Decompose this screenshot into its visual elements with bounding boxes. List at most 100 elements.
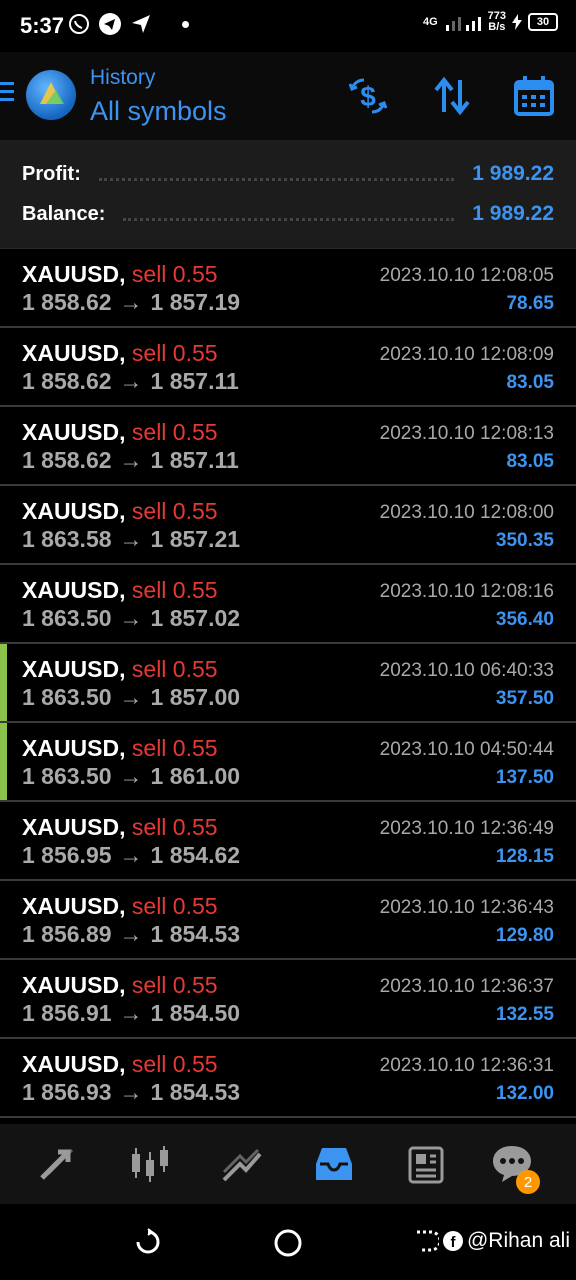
trade-row[interactable]: XAUUSD, sell 0.55 1 856.91 → 1 854.50 2023… [0, 960, 576, 1039]
price-arrow-icon: → [119, 289, 143, 315]
trade-history-list: XAUUSD, sell 0.55 1 858.62 → 1 857.19 2023… [0, 249, 576, 1118]
signal-bars-icon [445, 17, 481, 31]
trade-row[interactable]: XAUUSD, sell 0.55 1 856.95 → 1 854.62 2023… [0, 802, 576, 881]
trade-row[interactable]: XAUUSD, sell 0.55 1 858.62 → 1 857.11 2023… [0, 407, 576, 486]
trade-type: sell 0.55 [131, 1051, 218, 1077]
open-price: 1 863.58 [22, 526, 112, 552]
close-price: 1 857.11 [150, 447, 239, 473]
trade-type: sell 0.55 [131, 261, 218, 287]
dotted-divider [98, 168, 455, 181]
trade-profit: 137.50 [495, 767, 554, 788]
trade-row[interactable]: XAUUSD, sell 0.55 1 856.93 → 1 854.53 2023… [0, 1039, 576, 1118]
menu-icon[interactable] [0, 82, 14, 106]
trade-symbol: XAUUSD, [22, 340, 126, 366]
close-price: 1 857.21 [150, 526, 241, 552]
trade-time: 2023.10.10 12:08:00 [379, 502, 554, 523]
open-price: 1 856.93 [22, 1079, 112, 1105]
charging-bolt-icon [512, 14, 522, 30]
trade-time: 2023.10.10 12:08:13 [379, 423, 554, 444]
network-speed: 773 B/s [487, 10, 506, 33]
trade-profit: 128.15 [495, 846, 554, 867]
battery-indicator: 30 [528, 13, 558, 31]
price-arrow-icon: → [119, 605, 143, 631]
whatsapp-icon [69, 14, 89, 34]
trade-profit: 132.55 [495, 1004, 554, 1025]
dotted-divider [123, 208, 455, 221]
close-price: 1 854.62 [150, 842, 241, 868]
facebook-icon: f [442, 1231, 463, 1251]
profit-row: Profit: 1 989.22 [22, 154, 554, 194]
trade-symbol: XAUUSD, [22, 577, 126, 603]
trade-profit: 83.05 [506, 372, 554, 393]
header-subtitle: History [90, 66, 156, 89]
profit-value: 1 989.22 [472, 162, 554, 185]
trade-time: 2023.10.10 12:36:49 [379, 818, 554, 839]
open-price: 1 856.95 [22, 842, 112, 868]
chart-icon[interactable] [128, 1142, 172, 1186]
trade-type: sell 0.55 [131, 972, 218, 998]
trade-row[interactable]: XAUUSD, sell 0.55 1 858.62 → 1 857.19 2023… [0, 249, 576, 328]
close-price: 1 857.00 [150, 684, 241, 710]
trade-time: 2023.10.10 12:08:16 [379, 581, 554, 602]
trade-symbol: XAUUSD, [22, 419, 126, 445]
price-arrow-icon: → [119, 684, 143, 710]
svg-text:$: $ [360, 81, 376, 112]
balance-row: Balance: 1 989.22 [22, 194, 554, 234]
open-price: 1 858.62 [22, 368, 112, 394]
open-price: 1 863.50 [22, 684, 112, 710]
profit-label: Profit: [22, 162, 81, 185]
close-price: 1 861.00 [150, 763, 241, 789]
calendar-icon[interactable] [512, 74, 556, 118]
notification-dot-icon [182, 20, 189, 28]
deposit-withdrawal-icon[interactable]: $ [346, 74, 390, 118]
trade-symbol: XAUUSD, [22, 814, 126, 840]
trade-row[interactable]: XAUUSD, sell 0.55 1 863.50 → 1 857.02 2023… [0, 565, 576, 644]
sort-icon[interactable] [430, 74, 474, 118]
trade-time: 2023.10.10 06:40:33 [379, 660, 554, 681]
news-icon[interactable] [404, 1142, 448, 1186]
trade-type: sell 0.55 [131, 419, 218, 445]
trade-symbol: XAUUSD, [22, 735, 126, 761]
app-header: History All symbols $ [0, 52, 576, 140]
trade-row[interactable]: XAUUSD, sell 0.55 1 863.58 → 1 857.21 2023… [0, 486, 576, 565]
trade-type: sell 0.55 [131, 893, 218, 919]
watermark-text: @Rihan ali [466, 1229, 570, 1252]
signal-indicator: 4G [422, 15, 438, 28]
watermark: f @Rihan ali [413, 1228, 570, 1254]
trade-profit: 132.00 [495, 1083, 554, 1104]
trade-time: 2023.10.10 12:08:05 [379, 265, 554, 286]
close-price: 1 857.02 [150, 605, 241, 631]
open-price: 1 858.62 [22, 289, 112, 315]
header-title[interactable]: All symbols [90, 96, 227, 127]
trade-marker [0, 723, 7, 800]
balance-value: 1 989.22 [472, 202, 554, 225]
trade-profit: 357.50 [495, 688, 554, 709]
home-icon[interactable] [273, 1228, 303, 1258]
navigation-arrow-icon [132, 15, 150, 33]
trade-row[interactable]: XAUUSD, sell 0.55 1 863.50 → 1 861.00 2023… [0, 723, 576, 802]
quotes-icon[interactable] [36, 1142, 80, 1186]
price-arrow-icon: → [119, 921, 143, 947]
trade-marker [0, 644, 7, 721]
price-arrow-icon: → [119, 842, 143, 868]
trade-profit: 83.05 [506, 451, 554, 472]
trade-profit: 129.80 [495, 925, 554, 946]
trade-row[interactable]: XAUUSD, sell 0.55 1 856.89 → 1 854.53 2023… [0, 881, 576, 960]
recent-apps-icon[interactable] [134, 1228, 162, 1256]
chat-button[interactable]: 2 [490, 1142, 540, 1194]
trade-profit: 78.65 [506, 293, 554, 314]
trade-type: sell 0.55 [131, 814, 218, 840]
open-price: 1 863.50 [22, 763, 112, 789]
trade-row[interactable]: XAUUSD, sell 0.55 1 863.50 → 1 857.00 2023… [0, 644, 576, 723]
chat-badge: 2 [516, 1170, 540, 1194]
trade-icon[interactable] [220, 1142, 264, 1186]
close-price: 1 854.53 [150, 1079, 241, 1105]
history-icon[interactable] [312, 1142, 356, 1186]
app-logo[interactable] [26, 70, 76, 120]
trade-row[interactable]: XAUUSD, sell 0.55 1 858.62 → 1 857.11 2023… [0, 328, 576, 407]
open-price: 1 856.89 [22, 921, 112, 947]
back-icon[interactable] [413, 1228, 439, 1254]
system-navigation: f @Rihan ali [0, 1204, 576, 1280]
price-arrow-icon: → [119, 526, 143, 552]
price-arrow-icon: → [119, 1000, 143, 1026]
